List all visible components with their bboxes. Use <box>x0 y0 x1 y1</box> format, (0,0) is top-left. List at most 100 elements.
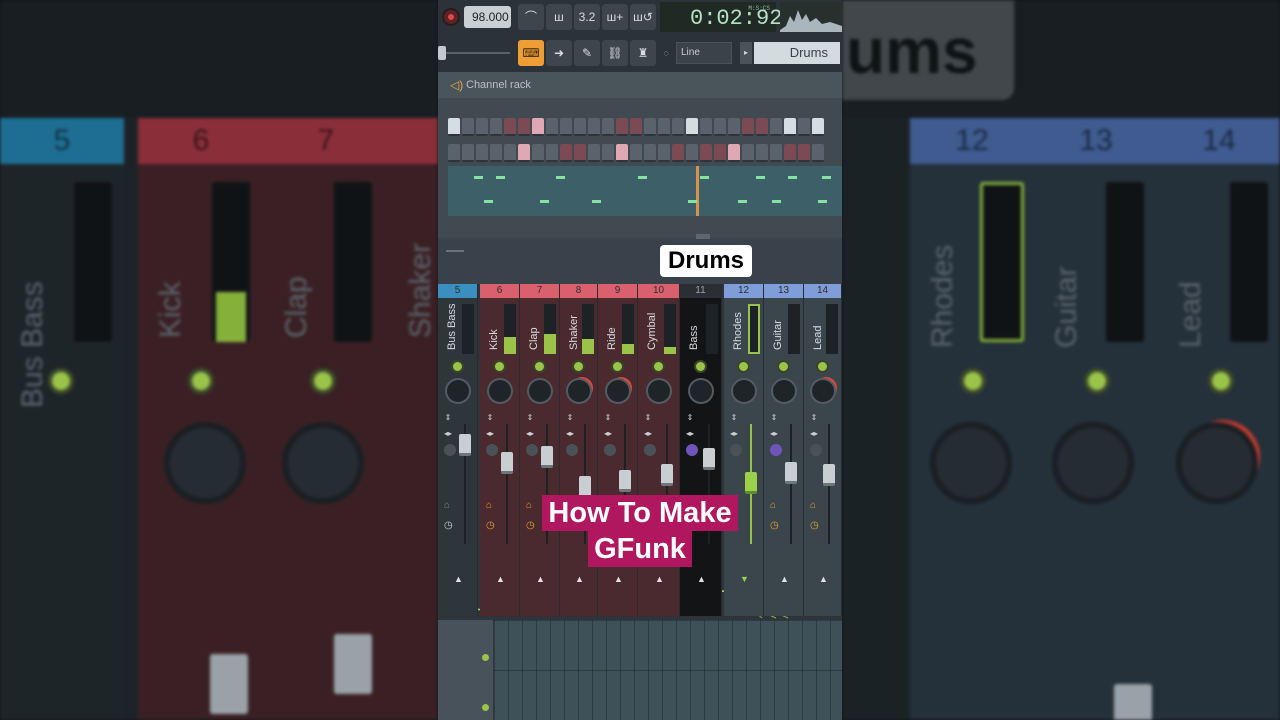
step-button[interactable] <box>812 118 824 136</box>
stereo-swap-icon[interactable]: ⇕ <box>686 414 694 422</box>
step-button[interactable] <box>476 118 488 136</box>
phase-icon[interactable]: ◂▸ <box>526 430 534 438</box>
phase-icon[interactable]: ◂▸ <box>486 430 494 438</box>
clock-icon[interactable]: ◷ <box>810 520 819 531</box>
step-button[interactable] <box>462 144 474 162</box>
route-arrow-icon[interactable]: ▲ <box>536 574 545 584</box>
pan-knob[interactable] <box>644 444 656 456</box>
step-button[interactable] <box>798 144 810 162</box>
fx-icon[interactable]: ⌂ <box>810 500 816 511</box>
mixer-channel[interactable]: 6 Kick ⇕ ◂▸ ⌂ ◷ ▲ <box>480 284 520 616</box>
mixer-channel[interactable]: 14 Lead ⇕ ◂▸ ⌂ ◷ ▲ <box>804 284 842 616</box>
step-button[interactable] <box>602 118 614 136</box>
step-button[interactable] <box>742 118 754 136</box>
step-button[interactable] <box>770 118 782 136</box>
channel-rack-header[interactable]: ◁) Channel rack <box>438 72 842 98</box>
step-button[interactable] <box>742 144 754 162</box>
clock-icon[interactable]: ◷ <box>770 520 779 531</box>
step-button[interactable] <box>728 118 740 136</box>
wait-icon[interactable]: ш <box>546 4 572 30</box>
pan-knob[interactable] <box>526 444 538 456</box>
countdown-icon[interactable]: 3.2 <box>574 4 600 30</box>
step-button[interactable] <box>490 118 502 136</box>
route-arrow-icon[interactable]: ▲ <box>614 574 623 584</box>
volume-fader[interactable] <box>459 434 471 456</box>
chevron-right-icon[interactable]: ▸ <box>740 42 752 64</box>
piano-typing-icon[interactable]: ⌨ <box>518 40 544 66</box>
stereo-swap-icon[interactable]: ⇕ <box>604 414 612 422</box>
mini-piano-roll[interactable] <box>448 166 842 216</box>
step-button[interactable] <box>602 144 614 162</box>
step-button[interactable] <box>784 118 796 136</box>
stamp-icon[interactable]: ♜ <box>630 40 656 66</box>
clock-icon[interactable]: ◷ <box>486 520 495 531</box>
step-button[interactable] <box>658 118 670 136</box>
step-button[interactable] <box>532 144 544 162</box>
link-icon[interactable]: ⛓ <box>602 40 628 66</box>
step-button[interactable] <box>546 118 558 136</box>
pan-knob[interactable] <box>486 444 498 456</box>
step-button[interactable] <box>532 118 544 136</box>
stereo-swap-icon[interactable]: ⇕ <box>810 414 818 422</box>
volume-knob[interactable] <box>529 380 551 402</box>
resize-grip[interactable] <box>696 234 710 239</box>
stereo-swap-icon[interactable]: ⇕ <box>770 414 778 422</box>
step-button[interactable] <box>798 118 810 136</box>
stereo-swap-icon[interactable]: ⇕ <box>566 414 574 422</box>
fx-icon[interactable]: ⌂ <box>444 500 450 511</box>
stereo-swap-icon[interactable]: ⇕ <box>486 414 494 422</box>
step-button[interactable] <box>644 118 656 136</box>
main-volume-slider[interactable] <box>438 46 446 60</box>
step-button[interactable] <box>616 144 628 162</box>
arrow-icon[interactable]: ➜ <box>546 40 572 66</box>
phase-icon[interactable]: ◂▸ <box>810 430 818 438</box>
step-sequencer-row[interactable] <box>448 118 824 136</box>
step-button[interactable] <box>588 118 600 136</box>
stereo-swap-icon[interactable]: ⇕ <box>444 414 452 422</box>
step-edit-icon[interactable]: ш+ <box>602 4 628 30</box>
mute-led[interactable] <box>495 362 504 371</box>
mute-led[interactable] <box>613 362 622 371</box>
phase-icon[interactable]: ◂▸ <box>730 430 738 438</box>
volume-knob[interactable] <box>489 380 511 402</box>
step-button[interactable] <box>448 118 460 136</box>
pan-knob[interactable] <box>444 444 456 456</box>
pattern-selector[interactable]: Drums <box>754 42 840 64</box>
step-button[interactable] <box>658 144 670 162</box>
phase-icon[interactable]: ◂▸ <box>686 430 694 438</box>
mute-led[interactable] <box>779 362 788 371</box>
step-button[interactable] <box>630 118 642 136</box>
step-button[interactable] <box>490 144 502 162</box>
mute-led[interactable] <box>535 362 544 371</box>
phase-icon[interactable]: ◂▸ <box>644 430 652 438</box>
volume-fader[interactable] <box>541 446 553 468</box>
volume-fader[interactable] <box>703 448 715 470</box>
volume-fader[interactable] <box>823 464 835 486</box>
step-button[interactable] <box>756 118 768 136</box>
step-button[interactable] <box>672 144 684 162</box>
route-arrow-icon[interactable]: ▲ <box>575 574 584 584</box>
step-button[interactable] <box>560 144 572 162</box>
step-button[interactable] <box>588 144 600 162</box>
step-button[interactable] <box>616 118 628 136</box>
volume-knob[interactable] <box>812 380 834 402</box>
mute-led[interactable] <box>574 362 583 371</box>
step-button[interactable] <box>518 144 530 162</box>
volume-fader[interactable] <box>785 462 797 484</box>
record-icon[interactable] <box>442 8 460 26</box>
step-button[interactable] <box>518 118 530 136</box>
step-button[interactable] <box>504 144 516 162</box>
pan-knob[interactable] <box>730 444 742 456</box>
step-button[interactable] <box>462 118 474 136</box>
step-button[interactable] <box>560 118 572 136</box>
volume-fader[interactable] <box>661 464 673 486</box>
tempo-display[interactable]: 98.000 <box>464 6 511 28</box>
pan-knob[interactable] <box>604 444 616 456</box>
step-button[interactable] <box>574 118 586 136</box>
phase-icon[interactable]: ◂▸ <box>604 430 612 438</box>
volume-knob[interactable] <box>733 380 755 402</box>
track-led[interactable] <box>482 654 489 661</box>
step-button[interactable] <box>714 144 726 162</box>
route-arrow-icon[interactable]: ▲ <box>454 574 463 584</box>
mute-led[interactable] <box>818 362 827 371</box>
